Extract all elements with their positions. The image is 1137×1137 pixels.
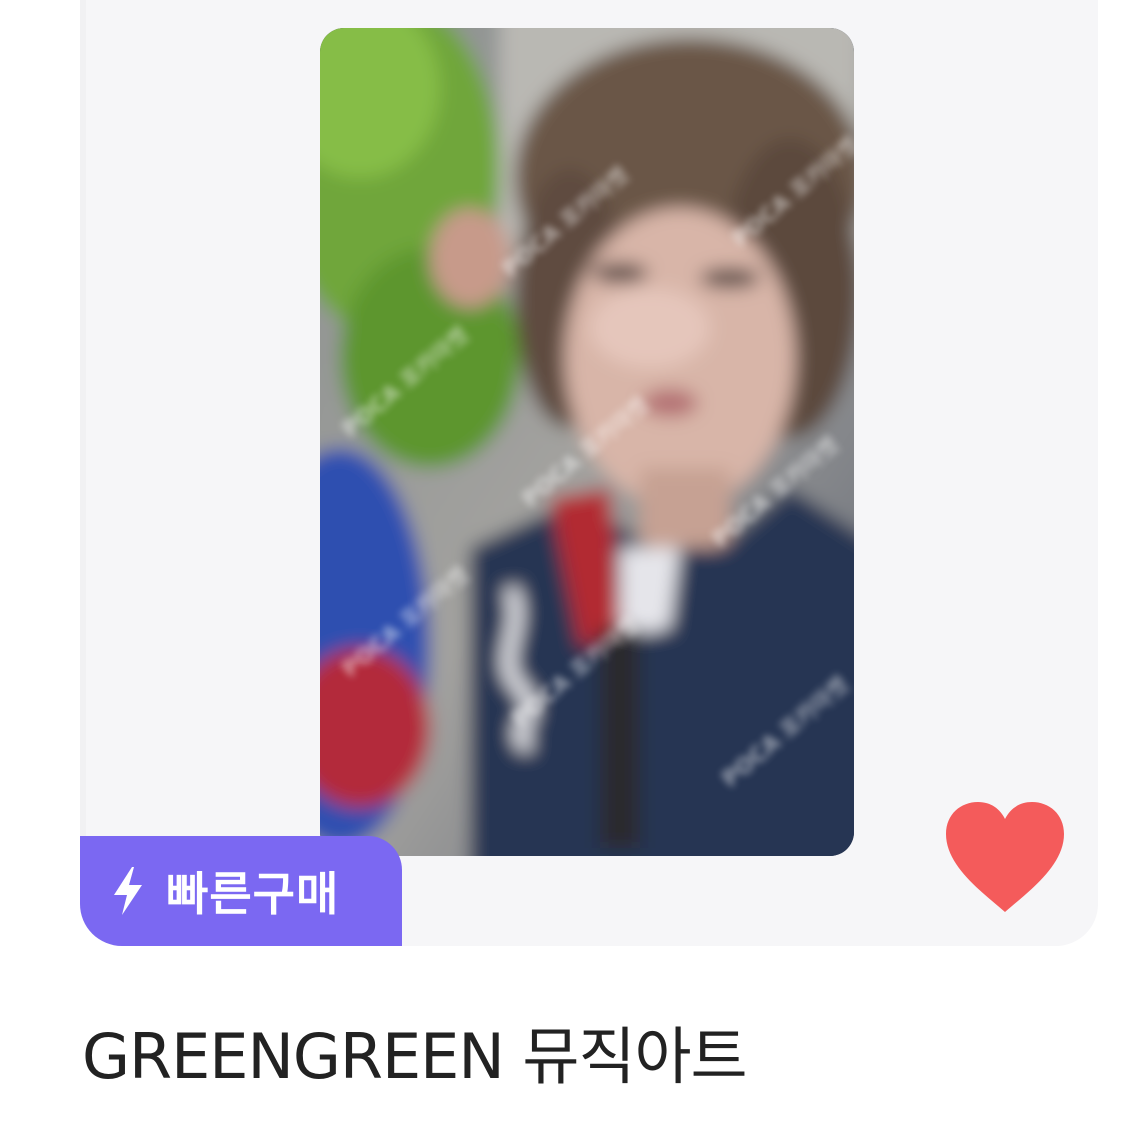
product-title[interactable]: GREENGREEN 뮤직아트 <box>82 1006 748 1096</box>
quick-buy-badge[interactable]: 빠른구매 <box>80 836 402 946</box>
lightning-bolt-icon <box>114 867 142 915</box>
product-listing: POCA 포카마켓 POCA 포카마켓 POCA 포카마켓 POCA 포카마켓 … <box>0 0 1137 1137</box>
heart-icon[interactable] <box>942 800 1068 916</box>
quick-buy-label: 빠른구매 <box>166 867 340 921</box>
card-edge <box>80 0 86 905</box>
product-card[interactable]: POCA 포카마켓 POCA 포카마켓 POCA 포카마켓 POCA 포카마켓 … <box>80 0 1098 946</box>
photocard-illustration: POCA 포카마켓 POCA 포카마켓 POCA 포카마켓 POCA 포카마켓 … <box>320 28 854 856</box>
photocard-image[interactable]: POCA 포카마켓 POCA 포카마켓 POCA 포카마켓 POCA 포카마켓 … <box>320 28 854 856</box>
